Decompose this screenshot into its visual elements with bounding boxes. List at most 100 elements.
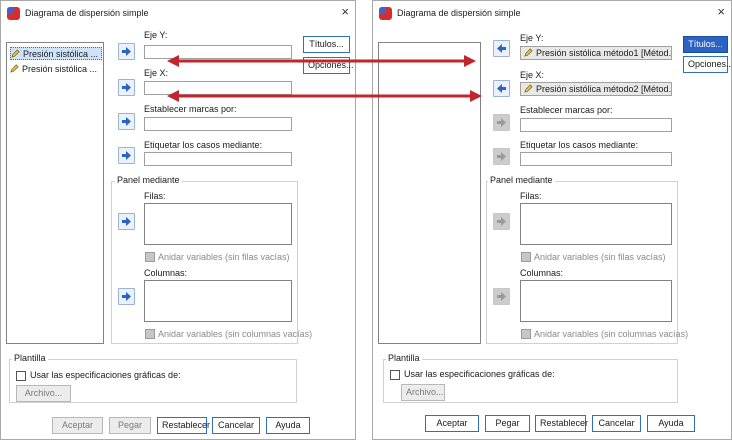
titles-button[interactable]: Títulos... [303,36,350,53]
reset-button[interactable]: Restablecer [157,417,210,434]
nest-columns-checkbox[interactable] [145,329,155,339]
options-button[interactable]: Opciones... [303,57,354,74]
columns-label: Columnas: [144,268,188,278]
list-item-label: Presión sistólica ... [23,49,99,59]
arrow-right-icon [122,292,131,301]
ok-button[interactable]: Aceptar [52,417,103,434]
x-axis-field[interactable]: Presión sistólica método2 [Métod... [520,82,672,96]
help-button[interactable]: Ayuda [266,417,310,434]
nest-columns-label: Anidar variables (sin columnas vacías) [534,329,689,339]
scatter-dialog-right: Diagrama de dispersión simple × Eje Y: P… [372,0,732,440]
move-to-x-axis-button[interactable] [118,79,135,96]
use-specs-label: Usar las especificaciones gráficas de: [30,370,181,380]
move-to-label-cases-button[interactable] [493,148,510,165]
dialog-title: Diagrama de dispersión simple [397,8,521,18]
cancel-button[interactable]: Cancelar [592,415,641,432]
dialog-title: Diagrama de dispersión simple [25,8,149,18]
nest-columns-checkbox[interactable] [521,329,531,339]
scatter-dialog-left: Diagrama de dispersión simple × Presión … [0,0,356,440]
close-icon[interactable]: × [717,4,725,19]
template-group-title: Plantilla [386,353,422,363]
title-bar: Diagrama de dispersión simple × [373,1,731,27]
x-axis-field[interactable] [144,81,292,95]
template-group-title: Plantilla [12,353,48,363]
use-specs-label: Usar las especificaciones gráficas de: [404,369,555,379]
use-specs-checkbox[interactable] [390,370,400,380]
ok-button[interactable]: Aceptar [425,415,479,432]
reset-button[interactable]: Restablecer [535,415,588,432]
arrow-left-icon [497,44,506,53]
columns-list[interactable] [520,280,672,322]
rows-list[interactable] [144,203,292,245]
move-to-label-cases-button[interactable] [118,147,135,164]
list-item[interactable]: Presión sistólica ... [10,63,102,76]
help-button[interactable]: Ayuda [647,415,695,432]
rows-label: Filas: [520,191,542,201]
move-to-columns-button[interactable] [493,288,510,305]
pencil-icon [524,84,533,93]
label-cases-label: Etiquetar los casos mediante: [144,140,263,150]
move-to-markers-button[interactable] [118,113,135,130]
y-axis-field[interactable]: Presión sistólica método1 [Métod... [520,46,672,60]
arrow-right-icon [122,83,131,92]
label-cases-field[interactable] [144,152,292,166]
nest-rows-label: Anidar variables (sin filas vacías) [158,252,290,262]
y-axis-label: Eje Y: [144,30,168,40]
columns-label: Columnas: [520,268,564,278]
arrow-right-icon [122,151,131,160]
y-axis-label: Eje Y: [520,33,544,43]
rows-list[interactable] [520,203,672,245]
panel-group-title: Panel mediante [488,175,555,185]
file-button[interactable]: Archivo... [16,385,71,402]
pencil-icon [524,48,533,57]
paste-button[interactable]: Pegar [485,415,530,432]
list-item-label: Presión sistólica ... [22,64,98,74]
arrow-left-icon [497,84,506,93]
options-button[interactable]: Opciones... [683,56,732,73]
nest-rows-checkbox[interactable] [521,252,531,262]
variable-list[interactable]: Presión sistólica ... Presión sistólica … [6,42,104,344]
pencil-icon [10,64,19,73]
move-to-columns-button[interactable] [118,288,135,305]
app-icon [379,7,392,20]
arrow-right-icon [122,47,131,56]
list-item[interactable]: Presión sistólica ... [10,47,102,60]
arrow-right-icon [497,152,506,161]
cancel-button[interactable]: Cancelar [212,417,260,434]
titles-button[interactable]: Títulos... [683,36,728,53]
x-axis-value: Presión sistólica método2 [Métod... [536,84,672,94]
use-specs-checkbox[interactable] [16,371,26,381]
label-cases-label: Etiquetar los casos mediante: [520,140,639,150]
title-bar: Diagrama de dispersión simple × [1,1,355,27]
x-axis-label: Eje X: [520,70,545,80]
move-to-markers-button[interactable] [493,114,510,131]
rows-label: Filas: [144,191,166,201]
move-to-rows-button[interactable] [118,213,135,230]
move-from-y-axis-button[interactable] [493,40,510,57]
set-markers-label: Establecer marcas por: [144,104,237,114]
app-icon [7,7,20,20]
arrow-right-icon [497,118,506,127]
nest-rows-label: Anidar variables (sin filas vacías) [534,252,666,262]
file-button[interactable]: Archivo... [401,384,445,401]
arrow-right-icon [497,292,506,301]
paste-button[interactable]: Pegar [109,417,151,434]
set-markers-field[interactable] [144,117,292,131]
label-cases-field[interactable] [520,152,672,166]
set-markers-label: Establecer marcas por: [520,105,613,115]
close-icon[interactable]: × [341,4,349,19]
move-to-rows-button[interactable] [493,213,510,230]
pencil-icon [11,49,20,58]
panel-group-title: Panel mediante [115,175,182,185]
columns-list[interactable] [144,280,292,322]
set-markers-field[interactable] [520,118,672,132]
x-axis-label: Eje X: [144,68,169,78]
arrow-right-icon [122,217,131,226]
arrow-right-icon [497,217,506,226]
arrow-right-icon [122,117,131,126]
nest-rows-checkbox[interactable] [145,252,155,262]
move-from-x-axis-button[interactable] [493,80,510,97]
variable-list[interactable] [378,42,481,344]
move-to-y-axis-button[interactable] [118,43,135,60]
y-axis-field[interactable] [144,45,292,59]
